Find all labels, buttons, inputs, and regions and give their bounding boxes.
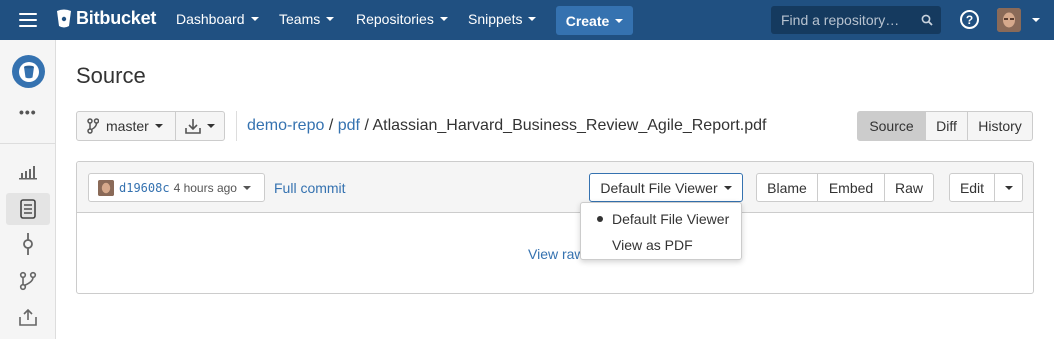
overview-icon[interactable] <box>16 160 40 184</box>
file-actions: Blame Embed Raw <box>756 173 934 202</box>
create-button[interactable]: Create <box>556 6 633 35</box>
upload-icon <box>19 308 37 326</box>
full-commit-link[interactable]: Full commit <box>274 180 346 196</box>
help-icon[interactable]: ? <box>960 10 979 29</box>
bucket-icon <box>18 61 39 82</box>
view-history-button[interactable]: History <box>967 111 1033 141</box>
nav-dashboard[interactable]: Dashboard <box>176 11 259 27</box>
user-avatar-image <box>997 8 1021 32</box>
view-mode-switch: Source Diff History <box>857 111 1033 141</box>
commit-time: 4 hours ago <box>173 180 237 195</box>
chevron-down-icon <box>250 17 259 21</box>
nav-repositories[interactable]: Repositories <box>356 11 448 27</box>
embed-button[interactable]: Embed <box>817 173 885 202</box>
nav-dashboard-label: Dashboard <box>176 11 245 27</box>
breadcrumb-repo[interactable]: demo-repo <box>247 117 324 134</box>
commits-icon-graphic <box>23 233 33 255</box>
chevron-down-icon <box>207 124 215 128</box>
view-diff-button[interactable]: Diff <box>925 111 968 141</box>
page-title: Source <box>76 63 146 88</box>
avatar-chevron-down-icon[interactable] <box>1032 18 1040 22</box>
commit-selector[interactable]: d19608c 4 hours ago <box>88 173 265 202</box>
nav-teams-label: Teams <box>279 11 321 27</box>
download-button[interactable] <box>175 111 225 141</box>
chevron-down-icon <box>1004 185 1013 190</box>
menu-icon[interactable] <box>19 13 37 27</box>
source-icon[interactable] <box>6 193 50 225</box>
edit-button[interactable]: Edit <box>949 173 995 202</box>
nav-teams[interactable]: Teams <box>279 11 335 27</box>
file-viewer-label: Default File Viewer <box>600 179 718 196</box>
repo-sidebar: ••• <box>0 40 56 339</box>
top-nav: Bitbucket Dashboard Teams Repositories S… <box>0 0 1054 40</box>
chevron-down-icon <box>242 185 251 190</box>
branch-selector[interactable]: master <box>76 111 176 141</box>
view-source-button[interactable]: Source <box>857 111 926 141</box>
search-input[interactable] <box>781 12 911 28</box>
nav-snippets-label: Snippets <box>468 11 523 27</box>
sidebar-divider <box>0 143 56 144</box>
viewer-option-pdf[interactable]: View as PDF <box>581 233 741 257</box>
chevron-down-icon <box>154 124 163 128</box>
toolbar-divider <box>236 111 237 141</box>
pull-requests-icon[interactable] <box>16 305 40 329</box>
edit-options-button[interactable] <box>994 173 1023 202</box>
edit-actions: Edit <box>949 173 1023 202</box>
more-icon[interactable]: ••• <box>19 104 37 120</box>
view-raw-link[interactable]: View raw <box>528 246 585 262</box>
commit-hash: d19608c <box>119 180 170 195</box>
file-panel-header: d19608c 4 hours ago Full commit Default … <box>77 162 1033 213</box>
raw-button[interactable]: Raw <box>884 173 934 202</box>
repository-search <box>771 6 941 34</box>
nav-snippets[interactable]: Snippets <box>468 11 537 27</box>
commits-icon[interactable] <box>16 232 40 256</box>
create-button-label: Create <box>565 12 610 29</box>
user-avatar[interactable] <box>997 8 1021 32</box>
repository-avatar[interactable] <box>12 55 45 88</box>
branch-icon <box>87 118 99 134</box>
chevron-down-icon <box>723 185 732 190</box>
breadcrumb-separator: / <box>328 117 334 134</box>
chevron-down-icon <box>615 18 624 23</box>
breadcrumb: demo-repo / pdf / Atlassian_Harvard_Busi… <box>247 117 766 135</box>
branch-label: master <box>106 118 149 134</box>
branches-icon-graphic <box>19 271 37 291</box>
blame-button[interactable]: Blame <box>756 173 818 202</box>
viewer-option-label: View as PDF <box>612 237 693 253</box>
file-viewer-selector[interactable]: Default File Viewer <box>589 173 743 202</box>
viewer-option-label: Default File Viewer <box>612 211 730 227</box>
source-icon-graphic <box>20 199 36 219</box>
breadcrumb-separator: / <box>364 117 369 134</box>
logo-text: Bitbucket <box>76 8 157 28</box>
breadcrumb-file: Atlassian_Harvard_Business_Review_Agile_… <box>372 117 767 134</box>
chevron-down-icon <box>326 17 335 21</box>
breadcrumb-folder[interactable]: pdf <box>338 117 360 134</box>
branches-icon[interactable] <box>16 269 40 293</box>
chevron-down-icon <box>528 17 537 21</box>
file-viewer-dropdown: Default File Viewer View as PDF <box>580 202 742 260</box>
overview-icon-graphic <box>19 166 37 180</box>
selected-bullet-icon <box>597 216 603 222</box>
chevron-down-icon <box>439 17 448 21</box>
committer-avatar <box>98 179 114 196</box>
bitbucket-logo-icon <box>57 9 71 27</box>
bitbucket-logo[interactable]: Bitbucket <box>56 8 156 29</box>
file-panel: d19608c 4 hours ago Full commit Default … <box>76 161 1034 294</box>
nav-repositories-label: Repositories <box>356 11 434 27</box>
help-icon-glyph: ? <box>965 12 974 27</box>
download-icon <box>185 119 201 134</box>
viewer-option-default[interactable]: Default File Viewer <box>581 207 741 231</box>
search-icon[interactable] <box>921 14 933 26</box>
